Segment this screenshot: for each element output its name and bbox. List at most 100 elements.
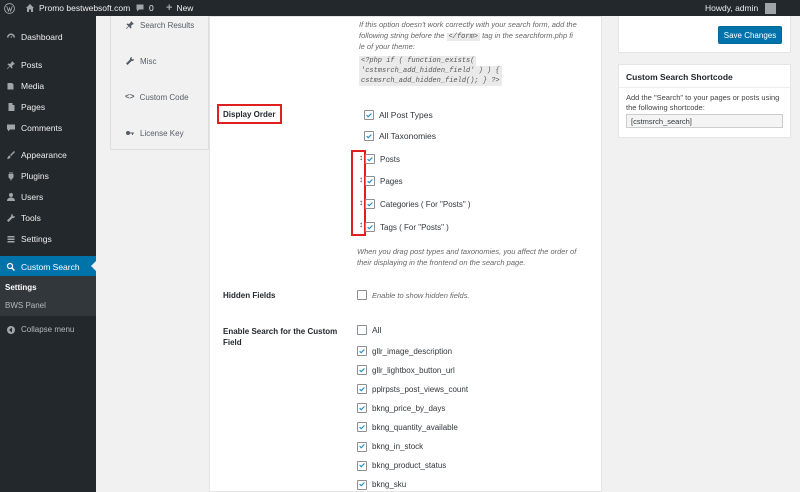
sidebar-item-settings[interactable]: Settings bbox=[0, 228, 96, 249]
check-icon bbox=[359, 405, 365, 411]
wrench-icon bbox=[126, 56, 135, 65]
submenu-item-bws-panel[interactable]: BWS Panel bbox=[5, 301, 46, 310]
wordpress-logo-icon[interactable] bbox=[4, 0, 15, 16]
order-item-posts[interactable]: Posts bbox=[365, 154, 400, 164]
custom-field-checkbox[interactable]: gllr_lightbox_button_url bbox=[357, 365, 455, 376]
checkbox-label: Categories ( For "Posts" ) bbox=[380, 199, 471, 209]
display-order-note: When you drag post types and taxonomies,… bbox=[357, 247, 577, 267]
checkbox-label: bkng_sku bbox=[372, 480, 407, 490]
checkbox[interactable] bbox=[365, 176, 375, 186]
sidebar-item-posts[interactable]: Posts bbox=[0, 54, 96, 75]
wrench-icon bbox=[5, 212, 16, 223]
custom-field-checkbox[interactable]: bkng_sku bbox=[357, 479, 407, 490]
checkbox[interactable] bbox=[357, 403, 367, 414]
checkbox-label: All Post Types bbox=[379, 110, 433, 120]
site-name-link[interactable]: Promo bestwebsoft.com bbox=[25, 0, 130, 16]
collapse-icon bbox=[5, 324, 16, 335]
checkbox[interactable] bbox=[364, 131, 374, 141]
check-icon bbox=[359, 424, 365, 430]
checkbox[interactable] bbox=[357, 441, 367, 452]
drag-handle-icon[interactable]: ↕ bbox=[357, 220, 365, 229]
checkbox-label: bkng_in_stock bbox=[372, 442, 424, 451]
comments-count: 0 bbox=[149, 3, 154, 13]
checkbox[interactable] bbox=[365, 222, 375, 232]
order-item-tags[interactable]: Tags ( For "Posts" ) bbox=[365, 222, 449, 232]
new-content-link[interactable]: + New bbox=[166, 0, 193, 16]
sidebar-item-label: Plugins bbox=[21, 170, 49, 181]
admin-sidebar: Dashboard Posts Media Pages Comments App… bbox=[0, 16, 96, 492]
checkbox-label: gllr_lightbox_button_url bbox=[372, 365, 455, 375]
sidebar-item-users[interactable]: Users bbox=[0, 186, 96, 207]
order-item-pages[interactable]: Pages bbox=[365, 176, 403, 186]
shortcode-field[interactable] bbox=[626, 114, 783, 128]
custom-field-checkbox[interactable]: gllr_image_description bbox=[357, 346, 452, 356]
sidebar-item-media[interactable]: Media bbox=[0, 75, 96, 96]
tab-label: Custom Code bbox=[139, 93, 189, 102]
checkbox-label: gllr_image_description bbox=[372, 346, 453, 356]
custom-field-checkbox[interactable]: bkng_price_by_days bbox=[357, 403, 445, 414]
check-icon bbox=[367, 201, 373, 206]
checkbox[interactable] bbox=[357, 346, 367, 356]
sidebar-item-pages[interactable]: Pages bbox=[0, 96, 96, 117]
checkbox-label: All Taxonomies bbox=[379, 131, 437, 141]
display-order-label: Display Order bbox=[223, 110, 276, 119]
checkbox-label: bkng_quantity_available bbox=[372, 422, 458, 432]
checkbox[interactable] bbox=[357, 365, 367, 376]
pin-icon bbox=[126, 21, 134, 29]
comments-icon bbox=[5, 122, 16, 133]
sidebar-item-comments[interactable]: Comments bbox=[0, 117, 96, 138]
custom-field-checkbox[interactable]: bkng_in_stock bbox=[357, 441, 424, 452]
checkbox[interactable] bbox=[357, 384, 367, 395]
shortcode-description: Add the "Search" to your pages or posts … bbox=[626, 93, 780, 112]
drag-handle-icon[interactable]: ↕ bbox=[357, 198, 365, 207]
plugin-icon bbox=[5, 170, 16, 181]
tab-license-key[interactable]: License Key bbox=[125, 128, 184, 138]
custom-field-checkbox[interactable]: pplrpsts_post_views_count bbox=[357, 384, 468, 395]
hidden-fields-checkbox[interactable]: Enable to show hidden fields. bbox=[357, 290, 470, 300]
sidebar-item-plugins[interactable]: Plugins bbox=[0, 165, 96, 186]
checkbox-label: Enable to show hidden fields. bbox=[372, 290, 470, 300]
comments-link[interactable]: 0 bbox=[135, 0, 154, 16]
users-icon bbox=[5, 191, 16, 202]
shortcode-box: Custom Search Shortcode Add the "Search"… bbox=[618, 64, 791, 138]
checkbox[interactable] bbox=[365, 199, 375, 209]
tab-misc[interactable]: Misc bbox=[125, 56, 156, 66]
sidebar-item-appearance[interactable]: Appearance bbox=[0, 144, 96, 165]
custom-field-checkbox[interactable]: bkng_quantity_available bbox=[357, 422, 458, 433]
sidebar-item-label: Tools bbox=[21, 212, 41, 223]
checkbox-label: Posts bbox=[380, 154, 401, 164]
checkbox[interactable] bbox=[364, 110, 374, 120]
media-icon bbox=[5, 80, 16, 91]
settings-panel: If this option doesn't work correctly wi… bbox=[209, 16, 602, 492]
sidebar-item-label: Posts bbox=[21, 59, 43, 70]
custom-field-all-checkbox[interactable]: All bbox=[357, 325, 381, 335]
sidebar-item-dashboard[interactable]: Dashboard bbox=[0, 26, 96, 47]
code-icon: <> bbox=[125, 93, 135, 102]
save-changes-button[interactable]: Save Changes bbox=[718, 26, 782, 44]
collapse-menu-button[interactable]: Collapse menu bbox=[0, 319, 96, 340]
sidebar-item-custom-search[interactable]: Custom Search bbox=[0, 256, 96, 277]
my-account-link[interactable]: Howdy, admin bbox=[705, 0, 777, 16]
tab-custom-code[interactable]: <> Custom Code bbox=[125, 93, 189, 102]
checkbox[interactable] bbox=[357, 460, 367, 471]
all-taxonomies-checkbox[interactable]: All Taxonomies bbox=[364, 131, 436, 141]
tab-search-results[interactable]: Search Results bbox=[125, 20, 194, 30]
search-icon bbox=[5, 261, 16, 272]
order-item-categories[interactable]: Categories ( For "Posts" ) bbox=[365, 199, 471, 209]
drag-handle-icon[interactable]: ↕ bbox=[357, 175, 365, 184]
drag-handle-icon[interactable]: ↕ bbox=[357, 153, 365, 162]
checkbox-label: All bbox=[372, 325, 382, 335]
home-icon bbox=[26, 4, 34, 12]
sidebar-item-label: Pages bbox=[21, 101, 46, 112]
howdy-text: Howdy, admin bbox=[705, 3, 759, 13]
checkbox[interactable] bbox=[357, 479, 367, 490]
all-post-types-checkbox[interactable]: All Post Types bbox=[364, 110, 433, 120]
sidebar-item-tools[interactable]: Tools bbox=[0, 207, 96, 228]
checkbox[interactable] bbox=[365, 154, 375, 164]
comment-bubble-icon bbox=[136, 4, 144, 12]
submenu-item-settings[interactable]: Settings bbox=[5, 283, 37, 292]
checkbox[interactable] bbox=[357, 290, 367, 300]
custom-field-checkbox[interactable]: bkng_product_status bbox=[357, 460, 446, 471]
checkbox[interactable] bbox=[357, 325, 367, 335]
checkbox[interactable] bbox=[357, 422, 367, 433]
